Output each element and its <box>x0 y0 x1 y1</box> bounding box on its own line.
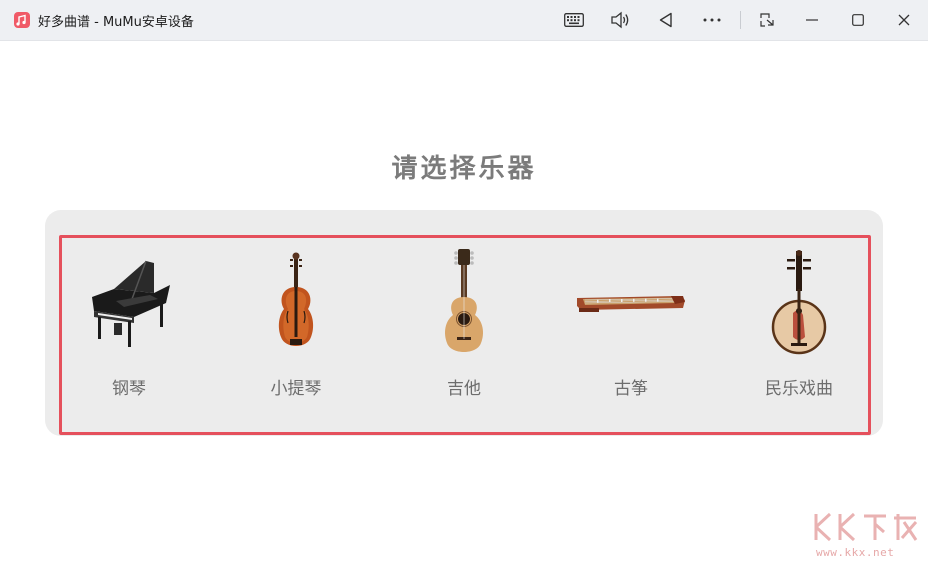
instrument-label: 钢琴 <box>112 379 146 399</box>
music-score-app-icon <box>14 12 30 28</box>
close-icon[interactable] <box>890 6 918 34</box>
maximize-icon[interactable] <box>844 6 872 34</box>
instrument-label: 古筝 <box>614 379 648 399</box>
toolbar-divider <box>740 11 741 29</box>
window-title: 好多曲谱 - MuMu安卓设备 <box>38 15 194 30</box>
site-watermark: www.kkx.net <box>812 510 922 560</box>
window-titlebar: 好多曲谱 - MuMu安卓设备 <box>0 0 928 41</box>
instrument-item-violin[interactable]: 小提琴 <box>216 242 376 402</box>
instrument-label: 吉他 <box>447 379 481 399</box>
more-icon[interactable] <box>698 6 726 34</box>
keyboard-icon[interactable] <box>560 6 588 34</box>
minimize-icon[interactable] <box>798 6 826 34</box>
pipa-image <box>719 248 879 358</box>
piano-image <box>49 248 209 358</box>
instrument-item-folk-opera[interactable]: 民乐戏曲 <box>719 242 879 402</box>
watermark-url: www.kkx.net <box>816 546 895 559</box>
kk-download-logo <box>814 512 918 542</box>
instrument-item-piano[interactable]: 钢琴 <box>49 242 209 402</box>
page-title: 请选择乐器 <box>391 154 537 184</box>
screenshot-icon[interactable] <box>753 6 781 34</box>
instrument-label: 民乐戏曲 <box>765 379 833 399</box>
instrument-item-guitar[interactable]: 吉他 <box>384 242 544 402</box>
volume-icon[interactable] <box>606 6 634 34</box>
instrument-label: 小提琴 <box>270 379 322 399</box>
instrument-item-guzheng[interactable]: 古筝 <box>551 242 711 402</box>
violin-image <box>216 248 376 358</box>
guzheng-image <box>551 248 711 358</box>
guitar-image <box>384 248 544 358</box>
back-icon[interactable] <box>652 6 680 34</box>
